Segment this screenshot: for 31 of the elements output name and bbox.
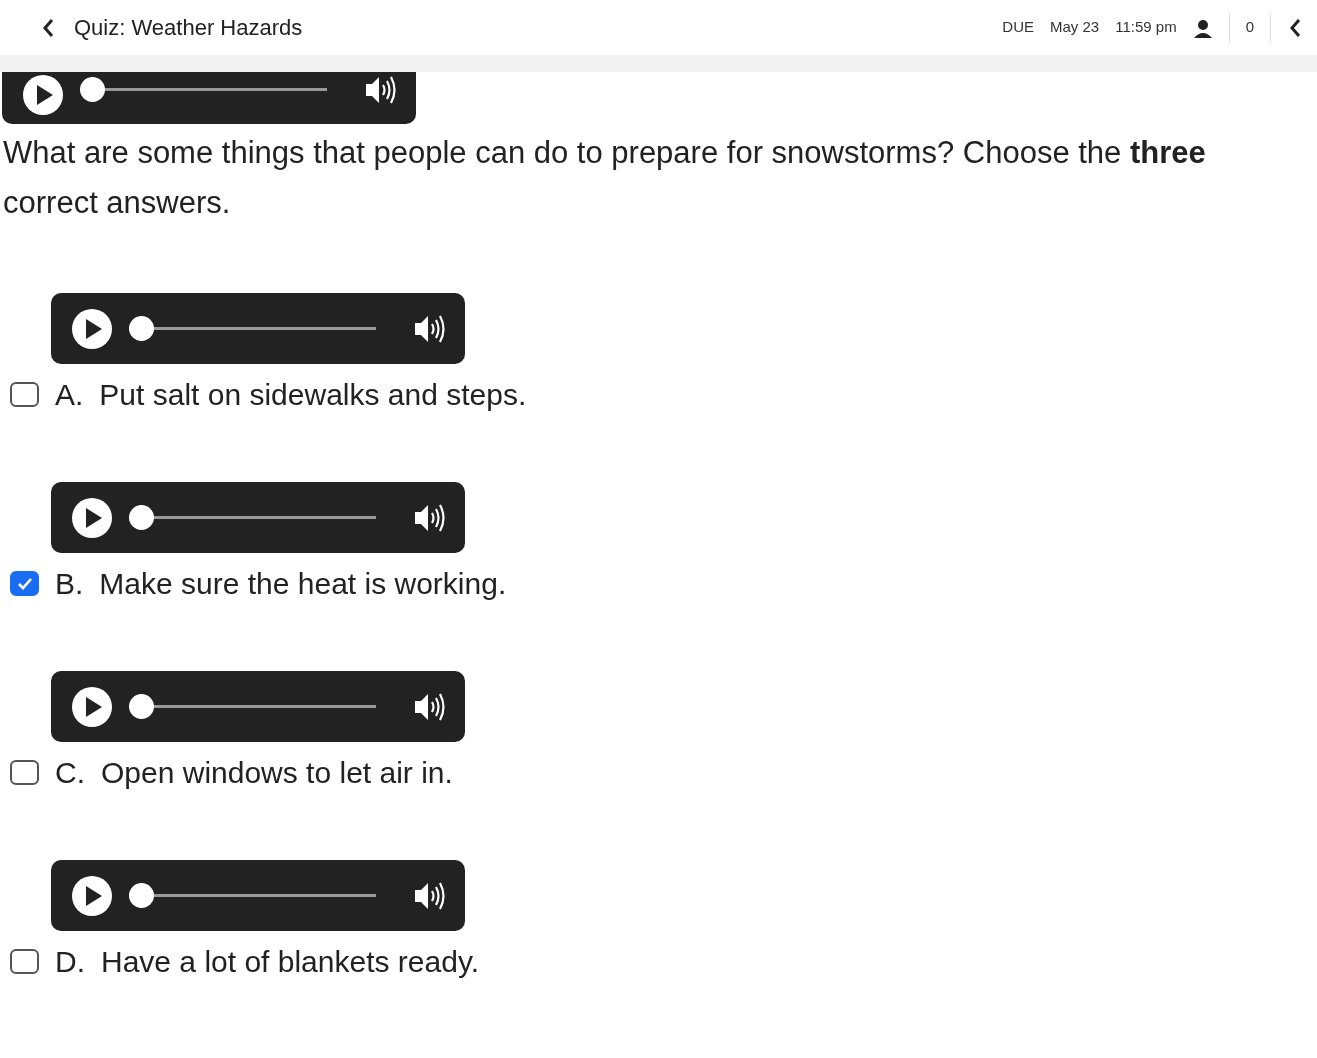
person-icon[interactable] (1192, 17, 1213, 38)
play-icon[interactable] (71, 874, 113, 917)
checkbox[interactable] (10, 760, 39, 785)
volume-icon[interactable] (364, 74, 398, 106)
option-text: Make sure the heat is working. (99, 566, 507, 602)
slider-thumb[interactable] (129, 505, 154, 530)
checkbox[interactable] (10, 949, 39, 974)
play-icon[interactable] (22, 74, 64, 116)
slider-thumb[interactable] (129, 883, 154, 908)
question-text: What are some things that people can do to prepare for snowstorms? Choose the three correct answers. (3, 134, 1207, 222)
slider-thumb[interactable] (129, 316, 154, 341)
option-text: Have a lot of blankets ready. (101, 944, 479, 980)
option-letter: D. (55, 944, 85, 980)
play-icon[interactable] (71, 307, 113, 350)
play-icon[interactable] (71, 685, 113, 728)
option-letter: A. (55, 377, 84, 413)
due-label: DUE (1002, 17, 1034, 38)
option-letter: C. (55, 755, 85, 791)
quiz-title: Quiz: Weather Hazards (74, 14, 303, 42)
check-icon (16, 576, 33, 591)
count: 0 (1245, 17, 1254, 38)
due-time: 11:59 pm (1115, 17, 1177, 38)
checkbox[interactable] (10, 382, 39, 407)
play-icon[interactable] (71, 496, 113, 539)
option-text: Put salt on sidewalks and steps. (99, 377, 527, 413)
option-letter: B. (55, 566, 84, 602)
option-text: Open windows to let air in. (101, 755, 453, 791)
checkbox[interactable] (10, 571, 39, 596)
slider-thumb[interactable] (129, 694, 154, 719)
slider-thumb[interactable] (80, 77, 105, 102)
due-date: May 23 (1050, 17, 1100, 38)
